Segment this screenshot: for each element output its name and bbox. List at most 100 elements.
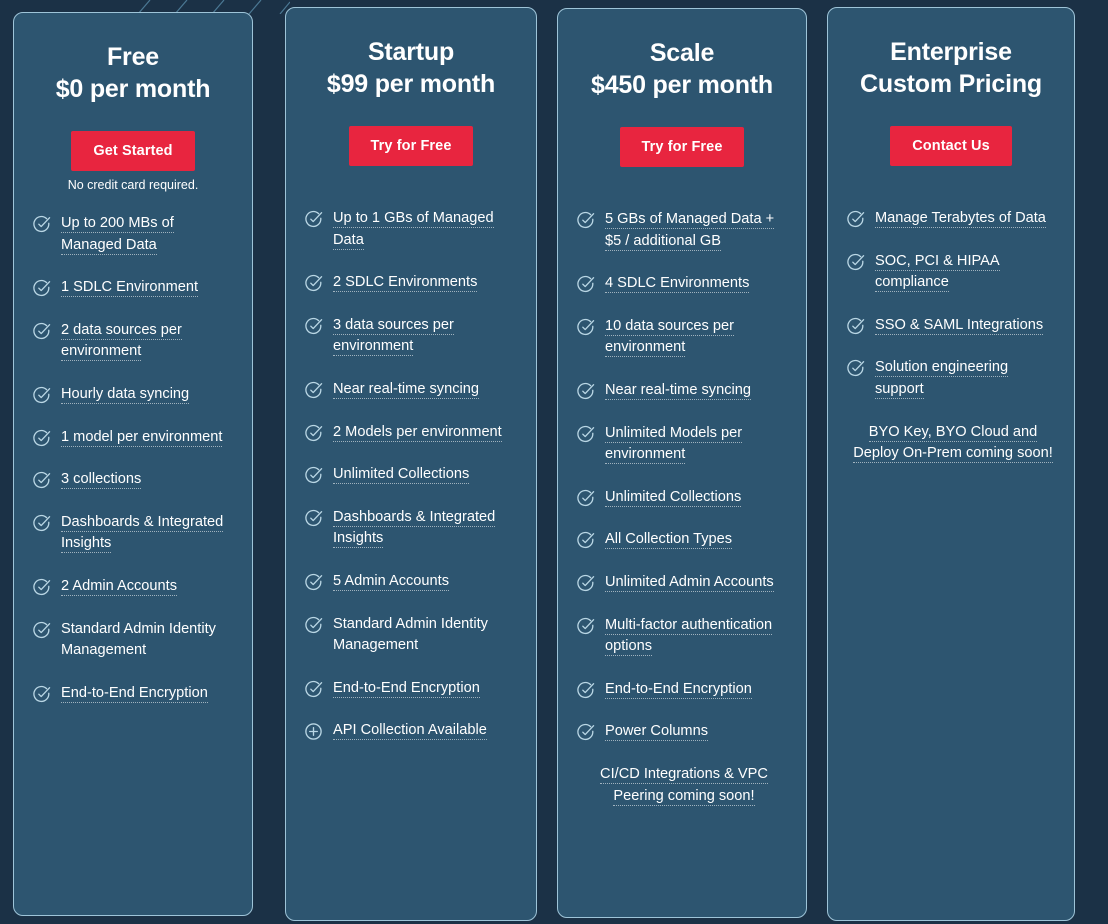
check-circle-icon [576,617,595,636]
feature-label: Multi-factor authentication options [605,617,772,657]
plan-card-enterprise: EnterpriseCustom Pricing Contact Us Manag… [827,7,1075,921]
feature-item: Manage Terabytes of Data [846,208,1060,230]
feature-item: Near real-time syncing [304,379,522,401]
check-circle-icon [32,471,51,490]
feature-label: Standard Admin Identity Management [61,621,216,660]
feature-label: Up to 1 GBs of Managed Data [333,210,494,250]
feature-label: 2 Admin Accounts [61,578,177,596]
plan-name: Scale [566,37,798,69]
check-circle-icon [576,489,595,508]
feature-item: Multi-factor authentication options [576,615,792,658]
plus-circle-icon [304,722,323,741]
feature-label: Dashboards & Integrated Insights [61,514,223,554]
feature-item: Unlimited Admin Accounts [576,572,792,594]
plan-name: Startup [294,36,528,68]
check-circle-icon [304,573,323,592]
cta-button-startup[interactable]: Try for Free [349,126,474,166]
check-circle-icon [32,621,51,640]
feature-label: 2 Models per environment [333,424,502,442]
feature-item: Unlimited Collections [304,464,522,486]
feature-label: Near real-time syncing [333,381,479,399]
feature-label: Unlimited Admin Accounts [605,574,774,592]
feature-label: 10 data sources per environment [605,318,734,358]
feature-label: SSO & SAML Integrations [875,317,1043,335]
plan-cta-area: Get StartedNo credit card required. [14,131,252,193]
plan-cta-area: Try for Free [286,126,536,188]
feature-label: 3 collections [61,471,141,489]
feature-item: 2 Admin Accounts [32,576,238,598]
feature-label: End-to-End Encryption [333,680,480,698]
check-circle-icon [846,359,865,378]
cta-button-free[interactable]: Get Started [71,131,194,171]
feature-item: 1 SDLC Environment [32,277,238,299]
feature-list: Manage Terabytes of Data SOC, PCI & HIPAA… [828,208,1074,486]
feature-label: Power Columns [605,723,708,741]
feature-item: SOC, PCI & HIPAA compliance [846,251,1060,294]
feature-label: 3 data sources per environment [333,317,454,357]
plan-price: $99 per month [294,68,528,100]
check-circle-icon [576,425,595,444]
check-circle-icon [304,317,323,336]
feature-list: Up to 1 GBs of Managed Data 2 SDLC Enviro… [286,208,536,763]
feature-label: SOC, PCI & HIPAA compliance [875,253,1000,293]
feature-item: All Collection Types [576,529,792,551]
feature-label: Solution engineering support [875,359,1008,399]
check-circle-icon [32,279,51,298]
check-circle-icon [576,574,595,593]
plan-coming-soon-note: BYO Key, BYO Cloud and Deploy On-Prem co… [846,422,1060,465]
check-circle-icon [576,681,595,700]
plan-price: Custom Pricing [836,68,1066,100]
feature-label: Unlimited Collections [333,466,469,484]
cta-button-scale[interactable]: Try for Free [620,127,745,167]
check-circle-icon [304,509,323,528]
feature-item: 2 SDLC Environments [304,272,522,294]
feature-item: Up to 200 MBs of Managed Data [32,213,238,256]
feature-list: 5 GBs of Managed Data + $5 / additional … [558,209,806,828]
feature-item: 3 collections [32,469,238,491]
check-circle-icon [304,381,323,400]
feature-item: API Collection Available [304,720,522,742]
feature-item: 5 Admin Accounts [304,571,522,593]
feature-label: 1 SDLC Environment [61,279,198,297]
check-circle-icon [32,215,51,234]
feature-item: End-to-End Encryption [304,678,522,700]
check-circle-icon [576,382,595,401]
plan-header: Scale$450 per month [558,37,806,101]
feature-item: Unlimited Collections [576,487,792,509]
feature-label: 5 GBs of Managed Data + $5 / additional … [605,211,774,251]
check-circle-icon [576,318,595,337]
check-circle-icon [576,531,595,550]
check-circle-icon [32,322,51,341]
feature-item: 2 data sources per environment [32,320,238,363]
check-circle-icon [846,253,865,272]
feature-label: 2 SDLC Environments [333,274,477,292]
feature-item: 4 SDLC Environments [576,273,792,295]
check-circle-icon [304,616,323,635]
feature-label: All Collection Types [605,531,732,549]
plan-note-label: CI/CD Integrations & VPC Peering coming … [600,766,768,806]
feature-label: Unlimited Models per environment [605,425,742,465]
plan-card-free: Free$0 per monthGet StartedNo credit car… [13,12,253,916]
feature-label: End-to-End Encryption [61,685,208,703]
plan-card-scale: Scale$450 per month Try for Free 5 GBs of… [557,8,807,918]
plan-card-startup: Startup$99 per month Try for Free Up to 1… [285,7,537,921]
plan-header: EnterpriseCustom Pricing [828,36,1074,100]
feature-list: Up to 200 MBs of Managed Data 1 SDLC Envi… [14,213,252,725]
feature-item: Up to 1 GBs of Managed Data [304,208,522,251]
feature-label: Hourly data syncing [61,386,189,404]
feature-item: 10 data sources per environment [576,316,792,359]
cta-button-enterprise[interactable]: Contact Us [890,126,1012,166]
feature-label: Near real-time syncing [605,382,751,400]
check-circle-icon [304,274,323,293]
check-circle-icon [576,211,595,230]
feature-item: Hourly data syncing [32,384,238,406]
feature-item: SSO & SAML Integrations [846,315,1060,337]
check-circle-icon [846,210,865,229]
feature-label: 5 Admin Accounts [333,573,449,591]
feature-label: 1 model per environment [61,429,222,447]
feature-item: End-to-End Encryption [32,683,238,705]
check-circle-icon [304,210,323,229]
pricing-plans-grid: Free$0 per monthGet StartedNo credit car… [0,0,1108,924]
plan-coming-soon-note: CI/CD Integrations & VPC Peering coming … [576,764,792,807]
feature-item: Unlimited Models per environment [576,423,792,466]
